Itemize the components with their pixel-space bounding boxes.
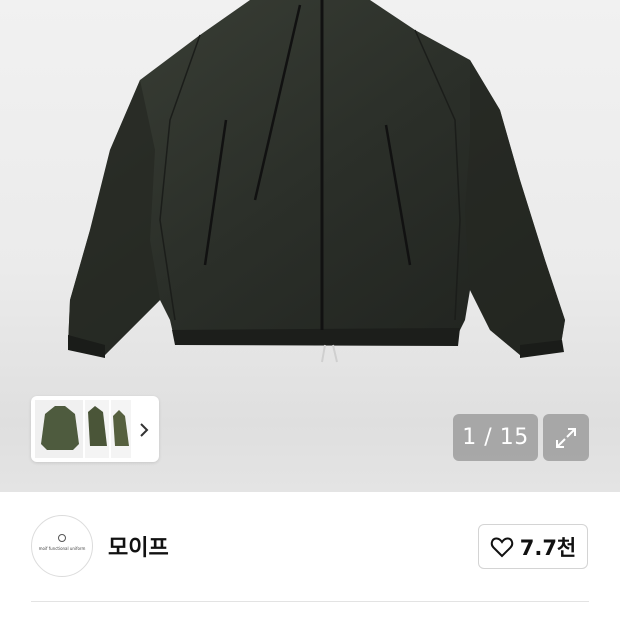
- image-counter: 1 / 15: [453, 414, 538, 461]
- like-count: 7.7천: [519, 535, 577, 560]
- logo-mark-icon: [58, 534, 66, 542]
- product-image-gallery[interactable]: 1 / 15: [0, 0, 620, 492]
- expand-icon: [556, 428, 576, 448]
- heart-outline-icon: [490, 536, 513, 557]
- chevron-right-icon[interactable]: [135, 419, 153, 441]
- expand-button[interactable]: [543, 414, 589, 461]
- shop-logo-text: moif functional uniform: [38, 546, 86, 551]
- like-button[interactable]: 7.7천: [478, 524, 588, 569]
- shop-name[interactable]: 모이프: [108, 530, 169, 562]
- divider: [31, 601, 589, 602]
- shop-avatar[interactable]: moif functional uniform: [31, 515, 93, 577]
